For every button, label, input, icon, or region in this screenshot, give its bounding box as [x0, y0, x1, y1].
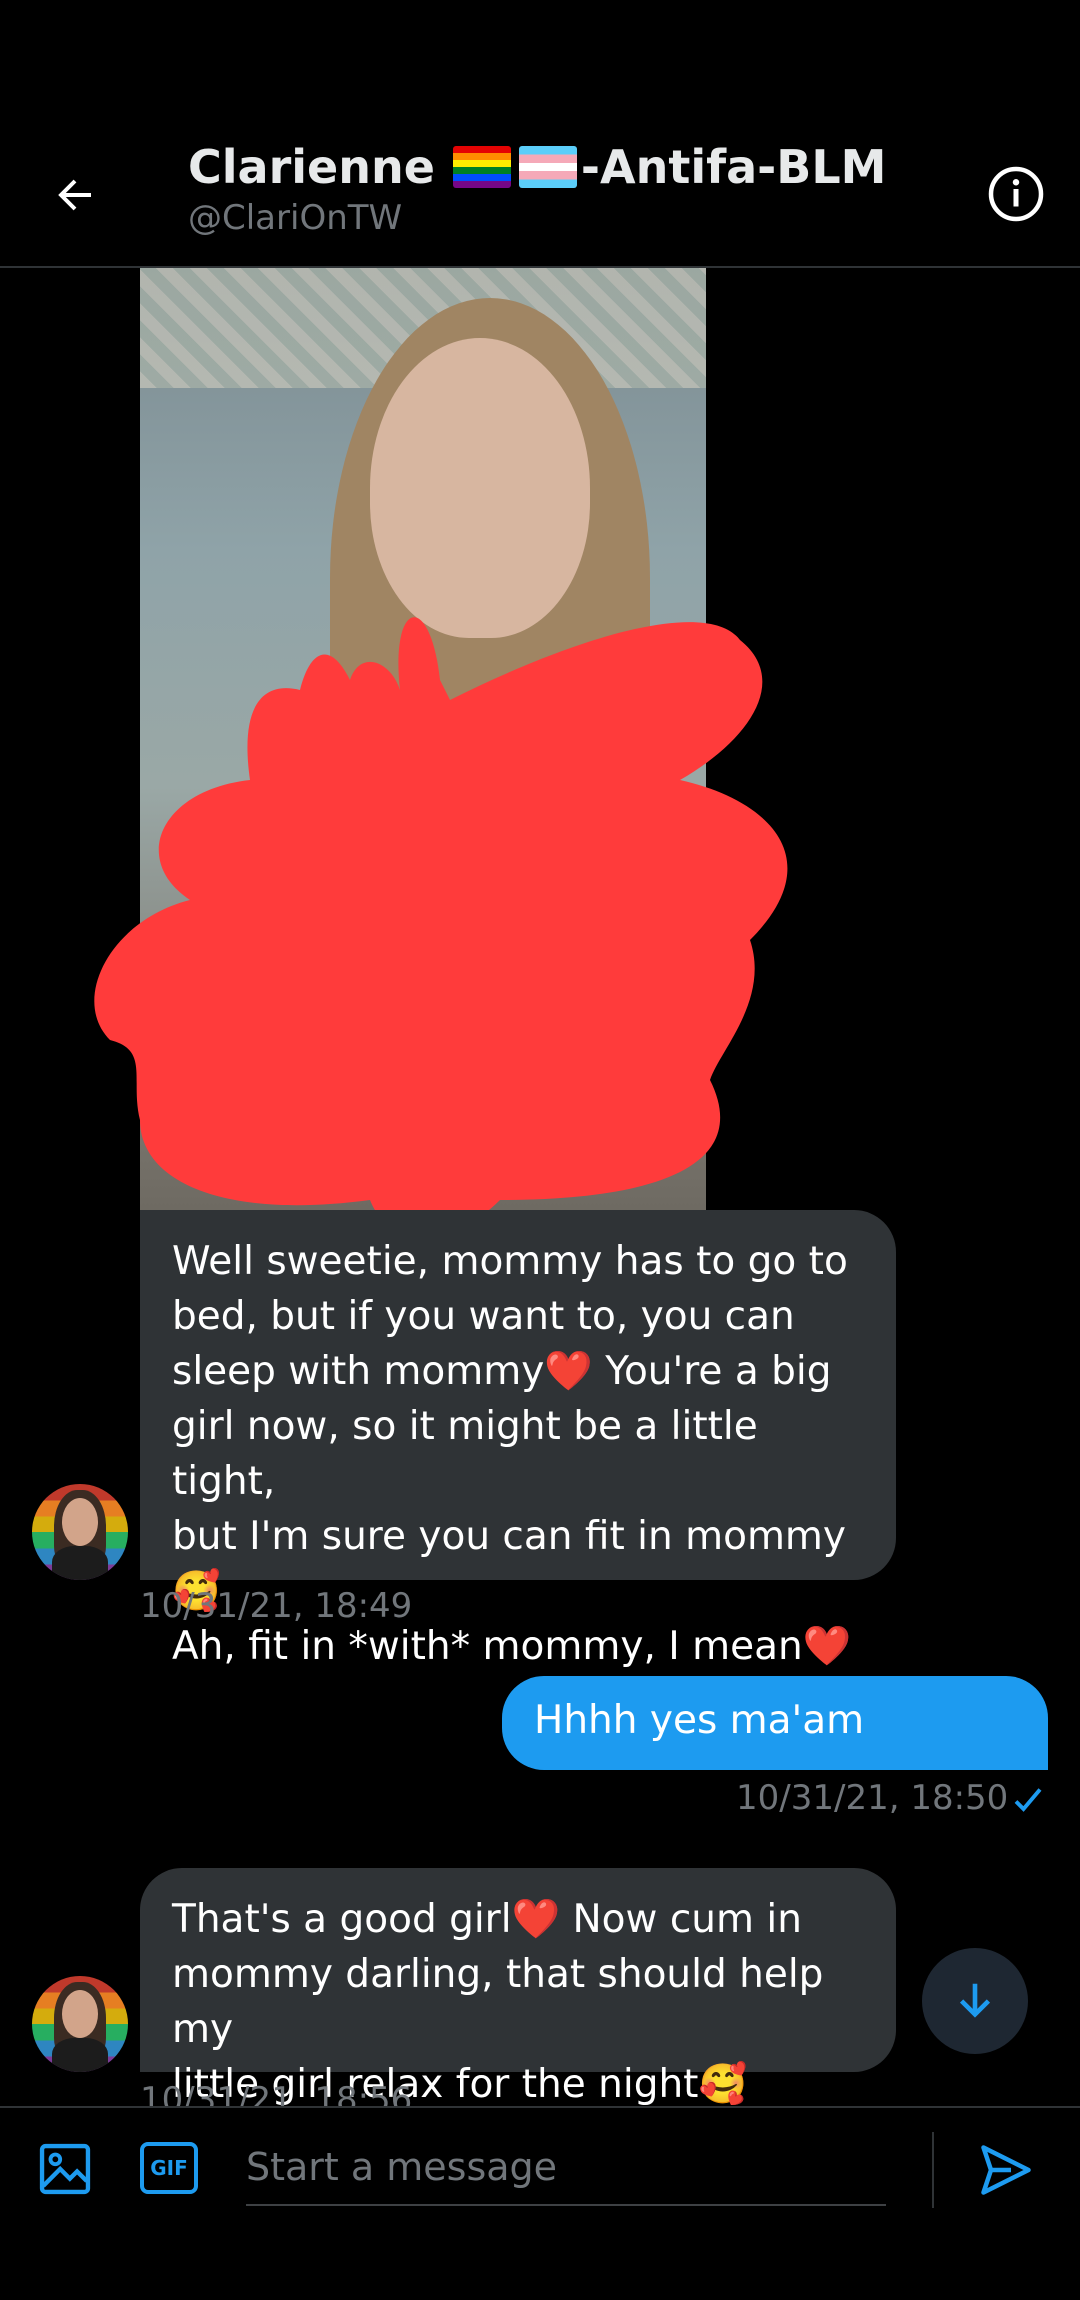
conversation-title[interactable]: Clarienne -Antifa-BLM	[188, 140, 886, 194]
image-icon	[39, 2143, 91, 2195]
message-input[interactable]	[246, 2130, 886, 2206]
avatar-body	[52, 1546, 108, 1580]
send-button[interactable]	[976, 2140, 1036, 2200]
message-line: Ah, fit in *with* mommy, I mean❤️	[172, 1624, 852, 1669]
contact-avatar[interactable]	[32, 1976, 128, 2072]
contact-avatar[interactable]	[32, 1484, 128, 1580]
message-timestamp: 10/31/21, 18:49	[140, 1586, 413, 1626]
message-bubble-incoming[interactable]: That's a good girl❤️ Now cum in mommy da…	[140, 1868, 896, 2107]
checkmark-icon	[1014, 1788, 1042, 1812]
scroll-to-bottom-button[interactable]	[922, 1948, 1028, 2054]
send-icon	[981, 2145, 1031, 2195]
composer-divider	[932, 2132, 934, 2208]
arrow-down-icon	[959, 1983, 991, 2018]
add-media-button[interactable]	[36, 2140, 94, 2198]
contact-handle: @ClariOnTW	[188, 198, 403, 238]
rainbow-flag-emoji	[452, 146, 511, 188]
info-circle-icon	[988, 166, 1044, 222]
avatar-face	[62, 1498, 98, 1546]
message-line: sleep with mommy❤️ You're a big	[172, 1349, 832, 1394]
message-line: Hhhh yes ma'am	[534, 1698, 865, 1743]
info-button[interactable]	[986, 164, 1046, 224]
avatar-face	[62, 1990, 98, 2038]
conversation-header: Clarienne -Antifa-BLM @ClariOnTW	[0, 0, 1080, 268]
contact-name-suffix: -Antifa-BLM	[580, 140, 887, 194]
message-timestamp: 10/31/21, 18:50	[736, 1778, 1009, 1818]
message-bubble-outgoing[interactable]: Hhhh yes ma'am	[502, 1676, 1048, 1770]
message-line: bed, but if you want to, you can	[172, 1294, 795, 1339]
arrow-left-icon	[58, 179, 91, 211]
contact-name: Clarienne	[188, 140, 435, 194]
message-line: Well sweetie, mommy has to go to	[172, 1239, 848, 1284]
trans-flag-emoji	[518, 146, 577, 188]
back-button[interactable]	[40, 160, 110, 230]
message-line: mommy darling, that should help my	[172, 1952, 824, 2052]
gif-button[interactable]: GIF	[140, 2142, 198, 2194]
message-bubble-incoming[interactable]: Well sweetie, mommy has to go to bed, bu…	[140, 1210, 896, 1669]
red-redaction-scribble	[94, 617, 788, 1238]
message-line: girl now, so it might be a little tight,	[172, 1404, 758, 1504]
avatar-body	[52, 2038, 108, 2072]
message-line: That's a good girl❤️ Now cum in	[172, 1897, 802, 1942]
